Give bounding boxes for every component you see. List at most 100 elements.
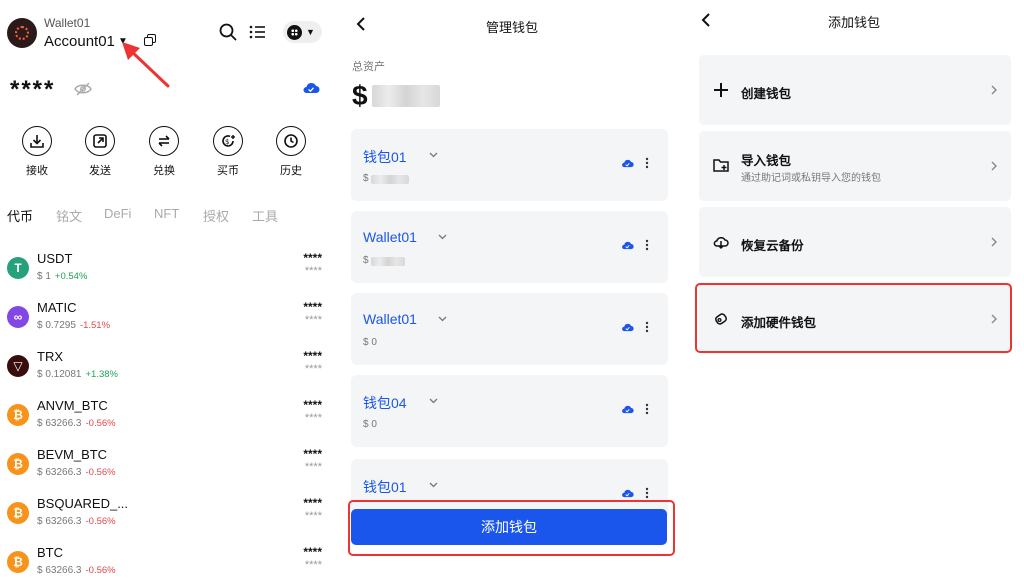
token-value: ****: [304, 363, 322, 375]
total-assets-hidden-value: [372, 85, 440, 107]
more-vertical-icon[interactable]: [645, 487, 649, 499]
swap-icon: [158, 135, 170, 147]
token-row[interactable]: ₿ BEVM_BTC $ 63266.3 -0.56% **** ****: [0, 447, 340, 491]
highlight-box: [348, 500, 675, 556]
history-button[interactable]: 历史: [261, 126, 321, 178]
tab-nft[interactable]: NFT: [154, 206, 179, 221]
wallet-card-name: Wallet01: [363, 229, 417, 245]
token-price: $ 63266.3: [37, 516, 82, 527]
token-symbol: ANVM_BTC: [37, 398, 108, 413]
caret-down-icon: ▼: [306, 27, 315, 37]
token-value: ****: [304, 461, 322, 473]
import-wallet-option[interactable]: 导入钱包 通过助记词或私钥导入您的钱包: [699, 131, 1011, 201]
history-icon: [284, 134, 298, 148]
token-price: $ 0.12081: [37, 369, 82, 380]
chevron-down-icon[interactable]: [438, 316, 447, 322]
wallet-card[interactable]: 钱包01 $: [351, 129, 668, 201]
token-symbol: BEVM_BTC: [37, 447, 108, 462]
total-balance: ****: [10, 76, 56, 103]
option-title: 恢复云备份: [741, 239, 804, 253]
chevron-down-icon[interactable]: [438, 234, 447, 240]
token-row[interactable]: ▽ TRX $ 0.12081 +1.38% **** ****: [0, 349, 340, 393]
network-selector[interactable]: ▼: [283, 21, 322, 43]
token-row[interactable]: ₿ BSQUARED_... $ 63266.3 -0.56% **** ****: [0, 496, 340, 540]
wallet-card-name: Wallet01: [363, 311, 417, 327]
list-icon[interactable]: [249, 24, 267, 40]
account-selector[interactable]: Account01: [44, 33, 115, 50]
page-title: 管理钱包: [485, 20, 538, 35]
token-logo-icon: ₿: [7, 404, 29, 426]
wallet-card-hidden-value: [371, 257, 405, 266]
chevron-down-icon[interactable]: [429, 482, 438, 488]
token-balance: ****: [303, 251, 322, 265]
wallet-card[interactable]: 钱包04 $ 0: [351, 375, 668, 447]
token-logo-icon: T: [7, 257, 29, 279]
page-title: 添加钱包: [827, 15, 880, 30]
eye-off-icon[interactable]: [74, 82, 92, 96]
chevron-right-icon: [991, 237, 997, 247]
highlight-box: [695, 283, 1012, 353]
chevron-down-icon[interactable]: [429, 152, 438, 158]
wallet-card-value: $: [363, 173, 369, 184]
wallet-card[interactable]: Wallet01 $ 0: [351, 293, 668, 365]
create-wallet-option[interactable]: 创建钱包: [699, 55, 1011, 125]
tab-defi[interactable]: DeFi: [104, 206, 131, 221]
more-vertical-icon[interactable]: [645, 321, 649, 333]
more-vertical-icon[interactable]: [645, 157, 649, 169]
token-price-line: $ 63266.3 -0.56%: [37, 467, 116, 478]
more-vertical-icon[interactable]: [645, 239, 649, 251]
send-button[interactable]: 发送: [70, 126, 130, 178]
token-price: $ 1: [37, 271, 51, 282]
token-symbol: TRX: [37, 349, 63, 364]
restore-cloud-backup-option[interactable]: 恢复云备份: [699, 207, 1011, 277]
token-value: ****: [304, 510, 322, 522]
manage-wallets-screen: 管理钱包 总资产 $ 钱包01 $ Wallet01 $ Wallet01 $ 0 钱包04…: [342, 0, 682, 583]
more-vertical-icon[interactable]: [645, 403, 649, 415]
tab-approvals[interactable]: 授权: [203, 206, 229, 225]
wallet-name: Wallet01: [44, 16, 91, 30]
receive-icon: [30, 135, 44, 148]
token-symbol: USDT: [37, 251, 73, 266]
search-icon[interactable]: [219, 23, 237, 41]
chevron-right-icon: [991, 161, 997, 171]
token-row[interactable]: ∞ MATIC $ 0.7295 -1.51% **** ****: [0, 300, 340, 344]
chevron-down-icon[interactable]: [429, 398, 438, 404]
cloud-backup-icon[interactable]: [302, 82, 320, 94]
token-row[interactable]: ₿ ANVM_BTC $ 63266.3 -0.56% **** ****: [0, 398, 340, 442]
option-subtitle: 通过助记词或私钥导入您的钱包: [741, 173, 881, 184]
tab-tokens[interactable]: 代币: [7, 206, 33, 225]
buy-button[interactable]: $ 买币: [198, 126, 258, 178]
token-row[interactable]: ₿ BTC $ 63266.3 -0.56% **** ****: [0, 545, 340, 583]
option-title: 导入钱包: [741, 154, 792, 168]
token-value: ****: [304, 265, 322, 277]
token-price-line: $ 63266.3 -0.56%: [37, 418, 116, 429]
wallet-card[interactable]: Wallet01 $: [351, 211, 668, 283]
svg-text:$: $: [225, 138, 229, 146]
token-balance: ****: [303, 349, 322, 363]
tab-tools[interactable]: 工具: [252, 206, 278, 225]
token-balance: ****: [303, 300, 322, 314]
wallet-card-hidden-value: [371, 175, 409, 184]
cloud-backup-icon: [622, 241, 634, 250]
buy-icon: $: [222, 135, 235, 147]
send-icon: [93, 134, 107, 148]
tab-inscriptions[interactable]: 铭文: [56, 206, 82, 225]
token-logo-icon: ₿: [7, 551, 29, 573]
wallet-card-name: 钱包01: [363, 479, 407, 495]
action-label: 发送: [89, 165, 111, 177]
wallet-home-screen: Wallet01 Account01 ▼ ▼ **** 接收 发送 兑换 $ 买…: [0, 0, 340, 583]
swap-button[interactable]: 兑换: [134, 126, 194, 178]
cloud-backup-icon: [622, 405, 634, 414]
receive-button[interactable]: 接收: [7, 126, 67, 178]
token-price-line: $ 0.7295 -1.51%: [37, 320, 110, 331]
wallet-card-value: $ 0: [363, 419, 377, 430]
token-price-line: $ 0.12081 +1.38%: [37, 369, 118, 380]
wallet-card-value: $: [363, 255, 369, 266]
token-row[interactable]: T USDT $ 1 +0.54% **** ****: [0, 251, 340, 295]
action-label: 买币: [217, 165, 239, 177]
token-change: -0.56%: [85, 565, 116, 576]
token-value: ****: [304, 314, 322, 326]
wallet-card-name: 钱包01: [363, 149, 407, 165]
wallet-avatar[interactable]: [7, 18, 37, 48]
token-change: +1.38%: [85, 369, 119, 380]
